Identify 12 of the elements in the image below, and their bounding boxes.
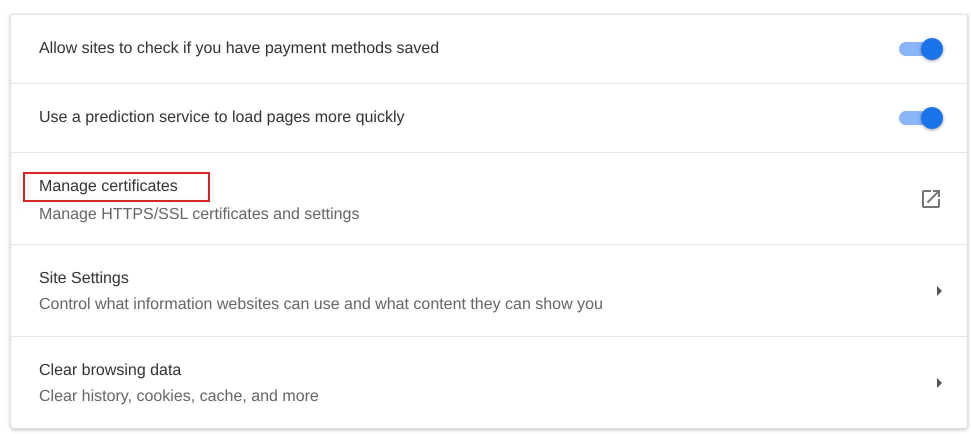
setting-title: Manage certificates: [25, 174, 208, 200]
arrow-right-icon[interactable]: [935, 284, 943, 296]
setting-title: Use a prediction service to load pages more quickly: [39, 108, 405, 128]
setting-title: Allow sites to check if you have payment methods saved: [39, 39, 440, 59]
setting-description: Control what information websites can use and what content they can show you: [39, 296, 603, 314]
arrow-right-icon[interactable]: [935, 376, 943, 388]
setting-title: Site Settings: [39, 268, 129, 288]
setting-description: Manage HTTPS/SSL certificates and settings: [39, 206, 360, 224]
toggle-switch[interactable]: [899, 37, 943, 61]
toggle-switch[interactable]: [899, 106, 943, 130]
setting-description: Clear history, cookies, cache, and more: [39, 388, 319, 406]
setting-title: Clear browsing data: [39, 360, 182, 380]
